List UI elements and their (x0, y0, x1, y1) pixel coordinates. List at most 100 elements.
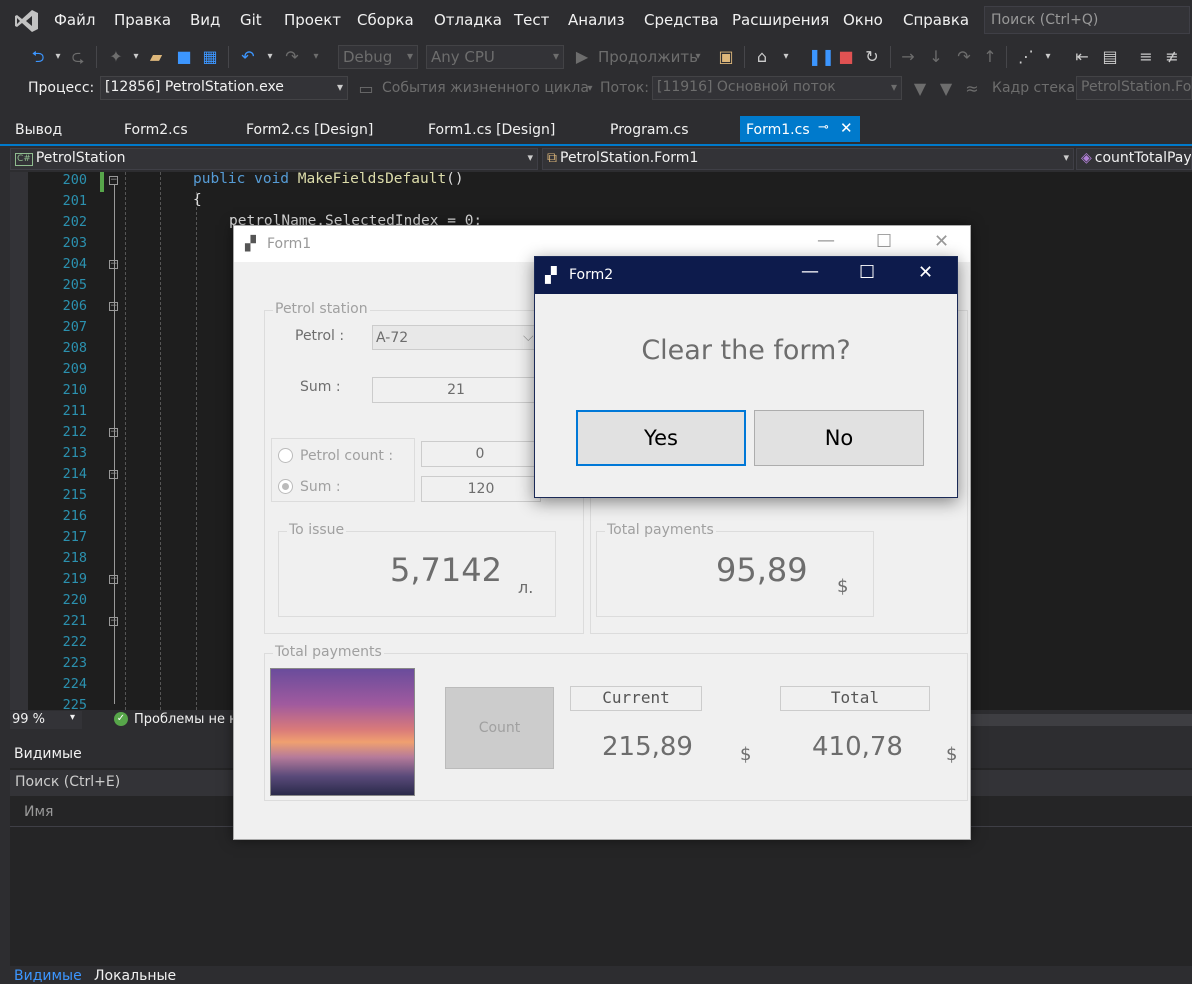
sum-field[interactable]: 21 (372, 377, 540, 403)
dropdown-arrow-icon[interactable]: ▾ (776, 47, 796, 67)
diagnostic-icon[interactable]: ⋰ (1016, 47, 1036, 67)
menu-file[interactable]: Файл (54, 11, 95, 29)
menu-window[interactable]: Окно (843, 11, 883, 29)
dropdown-arrow-icon[interactable]: ▾ (48, 47, 68, 67)
step-into-icon[interactable]: ↓ (926, 47, 946, 67)
minimize-icon[interactable]: — (817, 230, 835, 251)
tab-form2-design[interactable]: Form2.cs [Design] (246, 122, 373, 138)
comment-icon[interactable]: ≡ (1136, 47, 1156, 67)
tab-program-cs[interactable]: Program.cs (610, 122, 689, 138)
new-item-icon[interactable]: ✦ (106, 47, 126, 67)
menu-git[interactable]: Git (240, 11, 262, 29)
threads-icon[interactable]: ≈ (962, 79, 982, 99)
dropdown-arrow-icon[interactable]: ▾ (306, 47, 326, 67)
petrol-select[interactable]: A-72 ⌵ (372, 325, 542, 350)
close-icon[interactable]: ✕ (918, 262, 933, 283)
forward-icon[interactable]: ⮎ (68, 47, 88, 67)
save-icon[interactable]: ■ (174, 47, 194, 67)
minimize-icon[interactable]: — (801, 261, 819, 282)
uncomment-icon[interactable]: ≢ (1162, 47, 1182, 67)
tab-form2-cs[interactable]: Form2.cs (124, 122, 188, 138)
tab-visible[interactable]: Видимые (14, 968, 82, 984)
petrol-count-radio[interactable] (278, 448, 293, 463)
tab-output[interactable]: Вывод (15, 122, 62, 138)
close-icon[interactable]: ✕ (934, 231, 949, 252)
tab-locals[interactable]: Локальные (94, 968, 176, 984)
filter-clear-icon[interactable]: ▼ (936, 79, 956, 99)
menu-test[interactable]: Тест (514, 11, 549, 29)
maximize-icon[interactable]: ☐ (876, 231, 892, 252)
collapse-toggle-icon[interactable]: − (109, 617, 118, 626)
tab-form1-cs[interactable]: Form1.cs ⊸ ✕ (740, 116, 860, 142)
total-payments-inner-unit: $ (837, 576, 849, 597)
find-in-folder-icon[interactable]: ▣ (716, 47, 736, 67)
column-header-name[interactable]: Имя (24, 804, 53, 820)
save-all-icon[interactable]: ▦ (200, 47, 220, 67)
show-next-statement-icon[interactable]: → (898, 47, 918, 67)
collapse-toggle-icon[interactable]: − (109, 260, 118, 269)
menu-project[interactable]: Проект (284, 11, 341, 29)
lifecycle-events-icon[interactable]: ▭ (356, 79, 376, 99)
filter-icon[interactable]: ▼ (910, 79, 930, 99)
close-tab-icon[interactable]: ✕ (840, 119, 853, 137)
collapse-toggle-icon[interactable]: − (109, 575, 118, 584)
menu-debug[interactable]: Отладка (434, 11, 502, 29)
zoom-select[interactable]: 99 % ▾ (10, 711, 82, 729)
stop-icon[interactable]: ■ (836, 47, 856, 67)
collapse-toggle-icon[interactable]: − (109, 428, 118, 437)
thread-select[interactable]: [11916] Основной поток ▾ (652, 76, 902, 100)
pause-icon[interactable]: ❚❚ (808, 47, 835, 67)
vs-search-input[interactable]: Поиск (Ctrl+Q) (984, 6, 1190, 34)
process-select[interactable]: [12856] PetrolStation.exe ▾ (100, 76, 348, 100)
continue-button[interactable]: Продолжить (598, 48, 698, 66)
play-icon[interactable]: ▶ (572, 47, 592, 67)
collapse-toggle-icon[interactable]: − (109, 302, 118, 311)
petrol-count-field[interactable]: 0 (421, 441, 539, 467)
sum-radio[interactable] (278, 479, 293, 494)
redo-icon[interactable]: ↷ (282, 47, 302, 67)
pin-icon[interactable]: ⊸ (818, 120, 829, 135)
sum-amount-field[interactable]: 120 (421, 476, 541, 502)
restart-icon[interactable]: ↻ (862, 47, 882, 67)
menu-help[interactable]: Справка (903, 11, 969, 29)
yes-button[interactable]: Yes (576, 410, 746, 466)
back-icon[interactable]: ⮌ (28, 47, 48, 67)
count-button[interactable]: Count (445, 687, 554, 769)
maximize-icon[interactable]: ☐ (859, 262, 875, 283)
panel-search-input[interactable]: Поиск (Ctrl+E) (15, 774, 120, 790)
lifecycle-events-button[interactable]: События жизненного цикла (382, 80, 589, 96)
no-button[interactable]: No (754, 410, 924, 466)
document-tabs: Вывод Form2.cs Form2.cs [Design] Form1.c… (0, 116, 1192, 146)
dropdown-arrow-icon[interactable]: ▾ (688, 47, 708, 67)
menu-build[interactable]: Сборка (357, 11, 414, 29)
menu-extensions[interactable]: Расширения (732, 11, 829, 29)
dropdown-arrow-icon[interactable]: ▾ (1038, 47, 1058, 67)
align-icon[interactable]: ⇤ (1072, 47, 1092, 67)
step-over-icon[interactable]: ↷ (954, 47, 974, 67)
class-icon: ⧉ (547, 150, 557, 166)
dropdown-arrow-icon[interactable]: ▾ (260, 47, 280, 67)
menu-edit[interactable]: Правка (114, 11, 171, 29)
member-select[interactable]: ◈ countTotalPay (1076, 148, 1192, 170)
tab-form1-design[interactable]: Form1.cs [Design] (428, 122, 555, 138)
collapse-toggle-icon[interactable]: − (109, 176, 118, 185)
class-select[interactable]: ⧉ PetrolStation.Form1 ▾ (542, 148, 1074, 170)
app-window-icon: ▞ (545, 266, 557, 284)
step-out-icon[interactable]: ↑ (980, 47, 1000, 67)
collapse-toggle-icon[interactable]: − (109, 470, 118, 479)
dropdown-arrow-icon[interactable]: ▾ (126, 47, 146, 67)
menu-analyze[interactable]: Анализ (568, 11, 625, 29)
platform-select[interactable]: Any CPU ▾ (426, 45, 564, 69)
configuration-select[interactable]: Debug ▾ (338, 45, 418, 69)
menu-tools[interactable]: Средства (644, 11, 719, 29)
dropdown-arrow-icon[interactable]: ▾ (580, 79, 600, 99)
project-select[interactable]: C# PetrolStation ▾ (10, 148, 538, 170)
horizontal-scrollbar[interactable] (970, 714, 1192, 726)
open-folder-icon[interactable]: ▰ (146, 47, 166, 67)
problems-status[interactable]: Проблемы не н (134, 712, 238, 727)
menu-view[interactable]: Вид (190, 11, 220, 29)
undo-icon[interactable]: ↶ (238, 47, 258, 67)
app-window-icon[interactable]: ⌂ (752, 47, 772, 67)
layout-icon[interactable]: ▤ (1100, 47, 1120, 67)
stack-frame-select[interactable]: PetrolStation.Form (1076, 76, 1192, 100)
